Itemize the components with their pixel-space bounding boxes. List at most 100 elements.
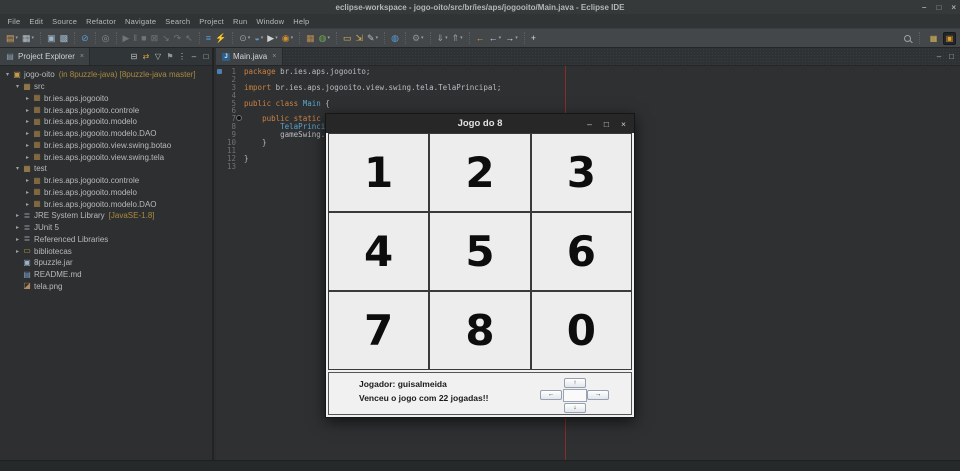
- tree-item-jogo-oito[interactable]: ▾▣jogo-oito(in 8puzzle-java) [8puzzle-ja…: [0, 69, 212, 81]
- arrow-up-button[interactable]: ↑: [564, 378, 586, 388]
- chevron-down-icon[interactable]: ▾: [291, 36, 294, 41]
- tree-collapsed-arrow-icon[interactable]: ▸: [23, 95, 32, 102]
- puzzle-tile-1[interactable]: 1: [328, 133, 429, 212]
- tree-collapsed-arrow-icon[interactable]: ▸: [23, 130, 32, 137]
- tab-main-java[interactable]: J Main.java ×: [216, 48, 283, 65]
- save-icon[interactable]: ▣: [45, 31, 58, 46]
- console-icon[interactable]: ≡: [204, 31, 213, 46]
- step-return-icon[interactable]: ↖: [183, 31, 195, 46]
- chevron-down-icon[interactable]: ▾: [499, 36, 502, 41]
- chevron-down-icon[interactable]: ▾: [445, 36, 448, 41]
- menu-navigate[interactable]: Navigate: [121, 17, 161, 26]
- pin-editor-icon[interactable]: +: [529, 31, 538, 46]
- import-icon[interactable]: ⇲: [353, 31, 365, 46]
- external-tools-icon[interactable]: ⚙▾: [410, 31, 426, 46]
- chevron-down-icon[interactable]: ▾: [248, 36, 251, 41]
- tree-item-bibliotecas[interactable]: ▸▭bibliotecas: [0, 245, 212, 257]
- tree-item-br-ies-aps-jogooito-modelo-dao[interactable]: ▸▦br.ies.aps.jogooito.modelo.DAO: [0, 198, 212, 210]
- java-perspective-icon[interactable]: ▣: [943, 32, 956, 45]
- run-icon[interactable]: ▶▾: [265, 31, 279, 46]
- step-into-icon[interactable]: ↘: [160, 31, 172, 46]
- tree-item-br-ies-aps-jogooito[interactable]: ▸▦br.ies.aps.jogooito: [0, 93, 212, 105]
- tree-collapsed-arrow-icon[interactable]: ▸: [13, 236, 22, 243]
- os-maximize-icon[interactable]: □: [936, 3, 941, 12]
- new-java-package-icon[interactable]: ▦: [304, 31, 317, 46]
- tree-item-br-ies-aps-jogooito-modelo-dao[interactable]: ▸▦br.ies.aps.jogooito.modelo.DAO: [0, 128, 212, 140]
- game-close-icon[interactable]: ×: [621, 119, 626, 129]
- suspend-icon[interactable]: ‖: [131, 31, 139, 46]
- chevron-down-icon[interactable]: ▾: [261, 36, 264, 41]
- tree-collapsed-arrow-icon[interactable]: ▸: [23, 154, 32, 161]
- tree-item-src[interactable]: ▾▦src: [0, 81, 212, 93]
- tree-item-br-ies-aps-jogooito-modelo[interactable]: ▸▦br.ies.aps.jogooito.modelo: [0, 187, 212, 199]
- trace-icon[interactable]: ⚡: [213, 31, 228, 46]
- tree-item-referenced-libraries[interactable]: ▸≣Referenced Libraries: [0, 234, 212, 246]
- profile-icon[interactable]: ◉▾: [280, 31, 295, 46]
- tree-collapsed-arrow-icon[interactable]: ▸: [23, 189, 32, 196]
- annotations-icon[interactable]: ✎▾: [365, 31, 380, 46]
- tree-item-br-ies-aps-jogooito-modelo[interactable]: ▸▦br.ies.aps.jogooito.modelo: [0, 116, 212, 128]
- puzzle-tile-3[interactable]: 3: [531, 133, 632, 212]
- os-close-icon[interactable]: ×: [951, 3, 956, 12]
- close-icon[interactable]: ×: [80, 53, 84, 60]
- tree-item-br-ies-aps-jogooito-view-swing-botao[interactable]: ▸▦br.ies.aps.jogooito.view.swing.botao: [0, 140, 212, 152]
- skip-all-breakpoints-icon[interactable]: ⊘: [79, 31, 91, 46]
- menu-run[interactable]: Run: [228, 17, 251, 26]
- tree-item-br-ies-aps-jogooito-controle[interactable]: ▸▦br.ies.aps.jogooito.controle: [0, 104, 212, 116]
- forward-history-icon[interactable]: →▾: [503, 31, 520, 46]
- open-perspective-icon[interactable]: ▦: [927, 32, 940, 45]
- menu-search[interactable]: Search: [161, 17, 195, 26]
- maximize-view-icon[interactable]: □: [200, 48, 212, 66]
- tree-item-br-ies-aps-jogooito-controle[interactable]: ▸▦br.ies.aps.jogooito.controle: [0, 175, 212, 187]
- tree-expanded-arrow-icon[interactable]: ▾: [3, 71, 12, 78]
- tree-collapsed-arrow-icon[interactable]: ▸: [13, 248, 22, 255]
- new-wizard-icon[interactable]: ▤▾: [4, 31, 20, 46]
- tree-collapsed-arrow-icon[interactable]: ▸: [23, 118, 32, 125]
- puzzle-tile-2[interactable]: 2: [429, 133, 530, 212]
- open-search-icon[interactable]: ◎: [100, 31, 112, 46]
- tree-collapsed-arrow-icon[interactable]: ▸: [13, 224, 22, 231]
- menu-project[interactable]: Project: [195, 17, 229, 26]
- last-edit-location-icon[interactable]: ←: [474, 31, 487, 46]
- tree-collapsed-arrow-icon[interactable]: ▸: [23, 177, 32, 184]
- tree-expanded-arrow-icon[interactable]: ▾: [13, 83, 22, 90]
- chevron-down-icon[interactable]: ▾: [515, 36, 518, 41]
- new-java-project-icon[interactable]: ▦▾: [20, 31, 36, 46]
- puzzle-tile-7[interactable]: 7: [328, 291, 429, 370]
- tree-item-8puzzle-jar[interactable]: ▣8puzzle.jar: [0, 257, 212, 269]
- menu-help[interactable]: Help: [289, 17, 314, 26]
- tree-collapsed-arrow-icon[interactable]: ▸: [23, 201, 32, 208]
- debug-icon[interactable]: ⊙▾: [237, 31, 252, 46]
- tree-collapsed-arrow-icon[interactable]: ▸: [23, 142, 32, 149]
- chevron-down-icon[interactable]: ▾: [16, 36, 19, 41]
- search-icon[interactable]: [902, 31, 915, 46]
- previous-annotation-icon[interactable]: ⇑▾: [450, 31, 465, 46]
- chevron-down-icon[interactable]: ▾: [327, 36, 330, 41]
- puzzle-tile-5[interactable]: 5: [429, 212, 530, 291]
- coverage-icon[interactable]: ◒▾: [252, 31, 265, 46]
- chevron-down-icon[interactable]: ▾: [376, 36, 379, 41]
- minimize-view-icon[interactable]: –: [188, 48, 200, 66]
- puzzle-tile-6[interactable]: 6: [531, 212, 632, 291]
- tree-expanded-arrow-icon[interactable]: ▾: [13, 165, 22, 172]
- open-task-icon[interactable]: ▭: [341, 31, 354, 46]
- chevron-down-icon[interactable]: ▾: [460, 36, 463, 41]
- menu-file[interactable]: File: [3, 17, 25, 26]
- chevron-down-icon[interactable]: ▾: [32, 36, 35, 41]
- puzzle-tile-4[interactable]: 4: [328, 212, 429, 291]
- step-over-icon[interactable]: ↷: [172, 31, 184, 46]
- view-menu-icon[interactable]: ⋮: [176, 48, 188, 66]
- back-history-icon[interactable]: ←▾: [487, 31, 504, 46]
- collapse-all-icon[interactable]: ⊟: [128, 48, 140, 66]
- tree-collapsed-arrow-icon[interactable]: ▸: [13, 212, 22, 219]
- tree-item-br-ies-aps-jogooito-view-swing-tela[interactable]: ▸▦br.ies.aps.jogooito.view.swing.tela: [0, 151, 212, 163]
- next-annotation-icon[interactable]: ⇓▾: [435, 31, 450, 46]
- menu-source[interactable]: Source: [48, 17, 82, 26]
- tree-item-test[interactable]: ▾▦test: [0, 163, 212, 175]
- arrow-right-button[interactable]: →: [587, 390, 609, 400]
- arrow-left-button[interactable]: ←: [540, 390, 562, 400]
- game-titlebar[interactable]: Jogo do 8 – □ ×: [326, 114, 634, 133]
- menu-window[interactable]: Window: [252, 17, 289, 26]
- open-web-browser-icon[interactable]: ◍: [389, 31, 401, 46]
- terminate-icon[interactable]: ■: [139, 31, 148, 46]
